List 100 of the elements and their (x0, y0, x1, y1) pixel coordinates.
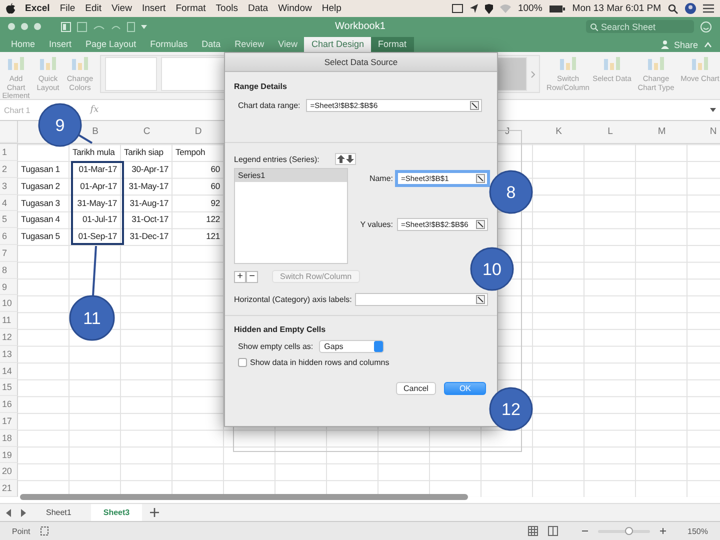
field-label: Show empty cells as: (238, 342, 314, 351)
search-icon[interactable] (668, 4, 678, 14)
screen-icon[interactable] (452, 4, 463, 14)
row-header[interactable]: 7 (0, 244, 18, 262)
cell-text: Tugasan 5 (21, 231, 60, 242)
ribbon-tab[interactable]: Chart Design (304, 37, 372, 52)
battery-percent: 100% (518, 3, 542, 14)
row-header[interactable]: 1 (0, 144, 18, 161)
menu-item[interactable]: Insert (142, 3, 166, 14)
row-header[interactable]: 18 (0, 430, 18, 447)
normal-view-icon[interactable] (528, 526, 538, 536)
ribbon-tab[interactable]: Home (4, 37, 42, 52)
caret-icon[interactable] (710, 108, 716, 112)
row-header[interactable]: 11 (0, 312, 18, 329)
column-header[interactable]: N (710, 126, 717, 137)
row-header[interactable]: 9 (0, 278, 18, 296)
row-header[interactable]: 21 (0, 480, 18, 497)
row-header[interactable]: 5 (0, 211, 18, 228)
column-header[interactable]: L (608, 126, 613, 137)
move-down-icon[interactable] (346, 155, 354, 163)
menu-item[interactable]: View (112, 3, 132, 14)
column-header[interactable]: K (556, 126, 562, 137)
name-box[interactable]: Chart 1 (4, 106, 30, 114)
range-picker-icon[interactable] (476, 220, 485, 229)
chart-icon (689, 55, 711, 73)
range-picker-icon[interactable] (476, 295, 485, 304)
row-header[interactable]: 14 (0, 362, 18, 380)
ribbon-tab[interactable]: View (271, 37, 304, 52)
sheet-tab[interactable]: Sheet3 (91, 504, 142, 521)
apple-icon[interactable] (6, 3, 15, 14)
row-header[interactable]: 10 (0, 295, 18, 312)
callout-badge: 10 (470, 247, 514, 291)
list-icon[interactable] (703, 4, 714, 13)
callout-badge: 8 (489, 170, 533, 214)
column-header[interactable]: C (143, 126, 150, 137)
menu-item[interactable]: Tools (216, 3, 238, 14)
row-header[interactable]: 13 (0, 346, 18, 363)
callout-badge: 12 (489, 387, 533, 431)
row-header[interactable]: 12 (0, 328, 18, 346)
menu-item[interactable]: Window (278, 3, 312, 14)
user-avatar-icon[interactable] (685, 3, 696, 14)
page-layout-icon[interactable] (548, 526, 558, 536)
input-field[interactable] (354, 293, 488, 306)
app-menu[interactable]: Excel (25, 3, 50, 14)
list-item[interactable]: Series1 (235, 169, 347, 182)
add-sheet-icon[interactable] (150, 508, 159, 517)
collapse-caret-icon[interactable] (704, 42, 712, 48)
cell-text: 01-Mar-17 (78, 164, 117, 174)
range-picker-icon[interactable] (470, 101, 480, 110)
dropdown[interactable]: Gaps (319, 340, 384, 353)
menu-item[interactable]: Edit (85, 3, 102, 14)
dialog-button[interactable]: OK (444, 382, 486, 395)
row-header[interactable]: 16 (0, 396, 18, 413)
column-header[interactable]: D (194, 126, 202, 137)
ribbon-tab[interactable]: Review (228, 37, 272, 52)
horizontal-scrollbar[interactable] (20, 494, 468, 500)
search-field[interactable]: Search Sheet (586, 20, 694, 33)
row-header[interactable]: 15 (0, 379, 18, 396)
chart-icon (557, 55, 579, 73)
column-header[interactable]: M (658, 126, 666, 137)
row-header[interactable]: 2 (0, 160, 18, 178)
checkbox[interactable] (238, 358, 247, 367)
ribbon-tab[interactable]: Page Layout (78, 37, 144, 52)
location-arrow-icon[interactable] (470, 4, 478, 13)
next-sheet-icon[interactable] (20, 508, 26, 516)
zoom-out-icon[interactable] (582, 528, 588, 534)
ribbon-tab[interactable]: Formulas (143, 37, 195, 52)
row-header[interactable]: 17 (0, 412, 18, 430)
row-header[interactable]: 6 (0, 228, 18, 245)
zoom-in-icon[interactable] (660, 528, 666, 534)
add-button[interactable]: + (234, 270, 246, 282)
range-picker-icon[interactable] (476, 174, 485, 183)
shield-icon[interactable] (484, 4, 493, 14)
menu-item[interactable]: Data (248, 3, 268, 14)
menu-item[interactable]: File (60, 3, 76, 14)
move-up-icon[interactable] (337, 155, 346, 163)
sidebar-icon[interactable] (61, 22, 71, 32)
smiley-icon[interactable] (700, 20, 712, 32)
share-button[interactable]: Share (660, 37, 704, 52)
ribbon-tab[interactable]: Data (194, 37, 228, 52)
remove-button[interactable]: − (246, 270, 258, 282)
menu-item[interactable]: Format (176, 3, 206, 14)
ribbon-tab[interactable]: Format (371, 37, 414, 52)
row-header[interactable]: 8 (0, 262, 18, 279)
battery-icon[interactable] (549, 4, 566, 12)
function-icon[interactable]: fx (90, 105, 99, 115)
previous-sheet-icon[interactable] (6, 508, 12, 516)
row-header[interactable]: 20 (0, 463, 18, 480)
sheet-tab[interactable]: Sheet1 (34, 504, 84, 521)
row-header[interactable]: 4 (0, 194, 18, 212)
column-header[interactable]: B (92, 126, 98, 137)
ribbon-tab[interactable]: Insert (42, 37, 79, 52)
dialog-button[interactable]: Cancel (396, 382, 436, 395)
cell-text: 01-Sep-17 (78, 231, 117, 242)
row-header[interactable]: 19 (0, 446, 18, 464)
menu-item[interactable]: Help (322, 3, 342, 14)
row-header[interactable]: 3 (0, 178, 18, 195)
menu-clock[interactable]: Mon 13 Mar 6:01 PM (572, 3, 661, 14)
search-icon (590, 22, 598, 30)
chart-icon (645, 55, 667, 73)
